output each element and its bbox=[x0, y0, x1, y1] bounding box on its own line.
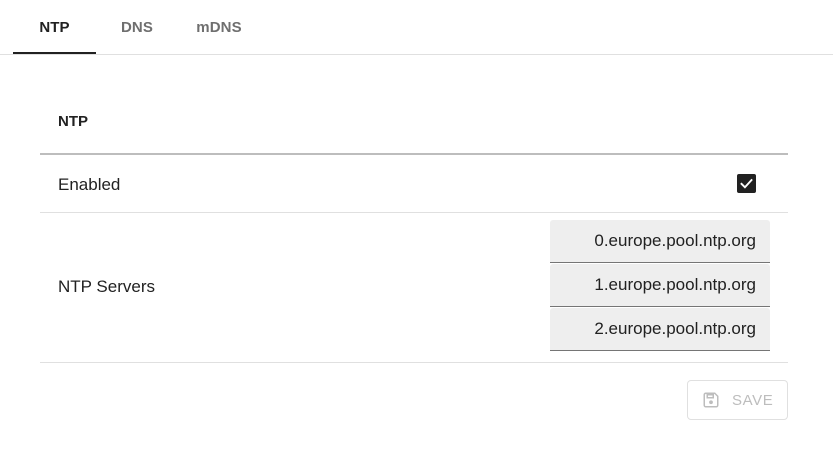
section-title: NTP bbox=[58, 113, 88, 130]
ntp-server-field-1[interactable]: 1.europe.pool.ntp.org bbox=[550, 264, 770, 307]
check-icon bbox=[740, 178, 753, 189]
tab-ntp[interactable]: NTP bbox=[13, 0, 96, 55]
save-label: SAVE bbox=[732, 391, 774, 409]
enabled-checkbox[interactable] bbox=[737, 174, 756, 193]
enabled-label: Enabled bbox=[58, 175, 121, 194]
ntp-servers-label: NTP Servers bbox=[58, 277, 155, 296]
save-icon bbox=[702, 391, 720, 409]
ntp-server-field-0[interactable]: 0.europe.pool.ntp.org bbox=[550, 220, 770, 263]
tab-mdns[interactable]: mDNS bbox=[178, 0, 260, 55]
tab-dns[interactable]: DNS bbox=[96, 0, 178, 55]
active-tab-indicator bbox=[13, 52, 96, 54]
save-button[interactable]: SAVE bbox=[687, 380, 788, 420]
ntp-server-field-2[interactable]: 2.europe.pool.ntp.org bbox=[550, 308, 770, 351]
tab-bar: NTP DNS mDNS bbox=[0, 0, 833, 55]
enabled-row: Enabled bbox=[40, 155, 788, 213]
